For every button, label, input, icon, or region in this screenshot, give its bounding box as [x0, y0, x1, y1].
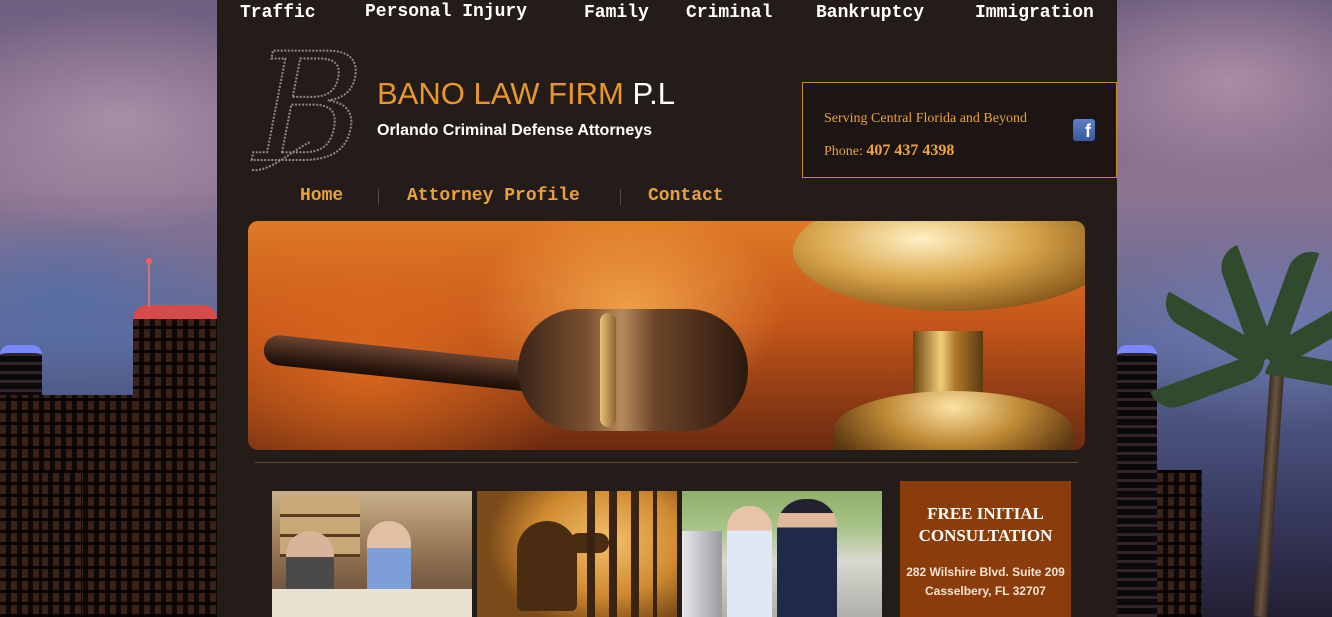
antenna-image: [146, 258, 152, 307]
phone-label: Phone:: [824, 144, 863, 159]
firm-name: BANO LAW FIRM P.L: [377, 76, 675, 112]
practice-areas-nav: Traffic Personal Injury Family Criminal …: [217, 0, 1117, 34]
facebook-icon[interactable]: f: [1073, 119, 1095, 141]
firm-tagline: Orlando Criminal Defense Attorneys: [377, 122, 653, 139]
photo-attorney-meeting[interactable]: [272, 491, 472, 617]
nav-link-criminal[interactable]: Criminal: [686, 3, 772, 23]
suspect-figure: [727, 506, 772, 617]
gavel-head: [518, 309, 748, 431]
tower-image: [1117, 345, 1157, 617]
consultation-title-line2: CONSULTATION: [918, 526, 1053, 545]
shadow-figure: [517, 521, 577, 611]
scale-base: [833, 391, 1073, 450]
contact-box: Serving Central Florida and Beyond Phone…: [802, 82, 1117, 178]
photo-arrest[interactable]: [682, 491, 882, 617]
firm-suffix: P.L: [632, 76, 676, 111]
phone-line: Phone: 407 437 4398: [824, 142, 954, 160]
scale-dish: [793, 221, 1085, 311]
nav-link-family[interactable]: Family: [584, 3, 649, 23]
nav-link-personal-injury[interactable]: Personal Injury: [365, 2, 527, 22]
logo-monogram[interactable]: B: [250, 21, 372, 197]
desk: [272, 589, 472, 617]
hero-banner-gavel-image: [248, 221, 1085, 450]
logo-letter: B: [251, 42, 364, 176]
main-nav: Home Attorney Profile Contact: [217, 180, 1117, 214]
tower-image: [133, 305, 217, 617]
service-area-text: Serving Central Florida and Beyond: [824, 111, 1027, 126]
address-line2: Casselbery, FL 32707: [925, 584, 1046, 598]
phone-number[interactable]: 407 437 4398: [866, 142, 954, 159]
palm-frond: [1150, 350, 1272, 415]
gavel-band: [600, 313, 616, 427]
section-divider: [255, 462, 1078, 463]
officer-figure: [777, 499, 837, 617]
nav-separator: [378, 189, 379, 205]
tower-image: [1157, 470, 1202, 617]
firm-name-text: BANO LAW FIRM: [377, 76, 624, 111]
nav-attorney-profile[interactable]: Attorney Profile: [407, 186, 580, 206]
police-car: [682, 531, 722, 617]
nav-home[interactable]: Home: [300, 186, 343, 206]
palm-tree-image: [1253, 359, 1285, 617]
consultation-title-line1: FREE INITIAL: [927, 504, 1044, 523]
free-consultation-box[interactable]: FREE INITIAL CONSULTATION 282 Wilshire B…: [900, 481, 1071, 617]
tower-image: [42, 470, 82, 617]
nav-link-traffic[interactable]: Traffic: [240, 3, 316, 23]
nav-separator: [620, 189, 621, 205]
address-line1: 282 Wilshire Blvd. Suite 209: [906, 565, 1065, 579]
background-city-left: [0, 0, 217, 617]
nav-link-bankruptcy[interactable]: Bankruptcy: [816, 3, 924, 23]
background-city-right: [1117, 0, 1332, 617]
nav-link-immigration[interactable]: Immigration: [975, 3, 1094, 23]
photo-jail-shadow[interactable]: [477, 491, 677, 617]
consultation-title: FREE INITIAL CONSULTATION: [900, 503, 1071, 547]
jail-bars: [587, 491, 657, 617]
nav-contact[interactable]: Contact: [648, 186, 724, 206]
content-panel: Traffic Personal Injury Family Criminal …: [217, 0, 1117, 617]
